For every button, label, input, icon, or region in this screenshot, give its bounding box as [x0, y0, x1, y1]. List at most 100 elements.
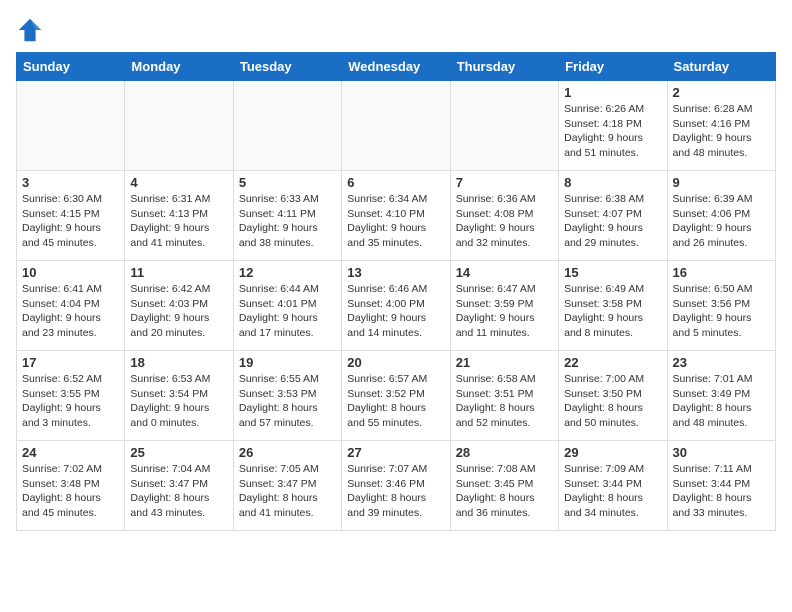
logo-icon	[16, 16, 44, 44]
calendar-cell: 6 Sunrise: 6:34 AM Sunset: 4:10 PM Daylig…	[342, 171, 450, 261]
calendar-cell	[450, 81, 558, 171]
day-info: Sunrise: 6:55 AM Sunset: 3:53 PM Dayligh…	[239, 372, 336, 431]
calendar-cell	[233, 81, 341, 171]
day-info: Sunrise: 6:49 AM Sunset: 3:58 PM Dayligh…	[564, 282, 661, 341]
calendar-week-1: 1 Sunrise: 6:26 AM Sunset: 4:18 PM Daylig…	[17, 81, 776, 171]
day-number: 28	[456, 445, 553, 460]
calendar-cell: 26Sunrise: 7:05 AM Sunset: 3:47 PM Dayli…	[233, 441, 341, 531]
day-number: 14	[456, 265, 553, 280]
day-number: 12	[239, 265, 336, 280]
calendar: SundayMondayTuesdayWednesdayThursdayFrid…	[16, 52, 776, 531]
calendar-week-2: 3 Sunrise: 6:30 AM Sunset: 4:15 PM Daylig…	[17, 171, 776, 261]
day-number: 18	[130, 355, 227, 370]
calendar-cell: 23 Sunrise: 7:01 AM Sunset: 3:49 PM Dayli…	[667, 351, 775, 441]
day-info: Sunrise: 6:44 AM Sunset: 4:01 PM Dayligh…	[239, 282, 336, 341]
column-header-monday: Monday	[125, 53, 233, 81]
calendar-cell: 28 Sunrise: 7:08 AM Sunset: 3:45 PM Dayli…	[450, 441, 558, 531]
calendar-cell: 14 Sunrise: 6:47 AM Sunset: 3:59 PM Dayli…	[450, 261, 558, 351]
calendar-cell: 11 Sunrise: 6:42 AM Sunset: 4:03 PM Dayli…	[125, 261, 233, 351]
day-info: Sunrise: 6:38 AM Sunset: 4:07 PM Dayligh…	[564, 192, 661, 251]
calendar-cell	[342, 81, 450, 171]
calendar-cell: 20Sunrise: 6:57 AM Sunset: 3:52 PM Dayli…	[342, 351, 450, 441]
day-info: Sunrise: 6:39 AM Sunset: 4:06 PM Dayligh…	[673, 192, 770, 251]
calendar-cell	[125, 81, 233, 171]
day-info: Sunrise: 6:33 AM Sunset: 4:11 PM Dayligh…	[239, 192, 336, 251]
day-info: Sunrise: 6:42 AM Sunset: 4:03 PM Dayligh…	[130, 282, 227, 341]
day-info: Sunrise: 7:09 AM Sunset: 3:44 PM Dayligh…	[564, 462, 661, 521]
day-info: Sunrise: 6:28 AM Sunset: 4:16 PM Dayligh…	[673, 102, 770, 161]
day-info: Sunrise: 6:52 AM Sunset: 3:55 PM Dayligh…	[22, 372, 119, 431]
day-number: 15	[564, 265, 661, 280]
day-number: 16	[673, 265, 770, 280]
day-number: 5	[239, 175, 336, 190]
calendar-cell: 29 Sunrise: 7:09 AM Sunset: 3:44 PM Dayli…	[559, 441, 667, 531]
day-number: 13	[347, 265, 444, 280]
calendar-cell: 2 Sunrise: 6:28 AM Sunset: 4:16 PM Daylig…	[667, 81, 775, 171]
day-number: 2	[673, 85, 770, 100]
day-info: Sunrise: 6:57 AM Sunset: 3:52 PM Dayligh…	[347, 372, 444, 431]
day-number: 24	[22, 445, 119, 460]
day-number: 8	[564, 175, 661, 190]
calendar-cell: 10 Sunrise: 6:41 AM Sunset: 4:04 PM Dayli…	[17, 261, 125, 351]
day-info: Sunrise: 6:41 AM Sunset: 4:04 PM Dayligh…	[22, 282, 119, 341]
day-info: Sunrise: 7:08 AM Sunset: 3:45 PM Dayligh…	[456, 462, 553, 521]
day-number: 22	[564, 355, 661, 370]
day-number: 23	[673, 355, 770, 370]
day-number: 1	[564, 85, 661, 100]
day-number: 19	[239, 355, 336, 370]
column-header-sunday: Sunday	[17, 53, 125, 81]
day-info: Sunrise: 7:04 AM Sunset: 3:47 PM Dayligh…	[130, 462, 227, 521]
day-info: Sunrise: 7:01 AM Sunset: 3:49 PM Dayligh…	[673, 372, 770, 431]
day-info: Sunrise: 6:30 AM Sunset: 4:15 PM Dayligh…	[22, 192, 119, 251]
day-number: 3	[22, 175, 119, 190]
column-header-saturday: Saturday	[667, 53, 775, 81]
calendar-cell: 25 Sunrise: 7:04 AM Sunset: 3:47 PM Dayli…	[125, 441, 233, 531]
calendar-cell: 24 Sunrise: 7:02 AM Sunset: 3:48 PM Dayli…	[17, 441, 125, 531]
calendar-week-4: 17 Sunrise: 6:52 AM Sunset: 3:55 PM Dayli…	[17, 351, 776, 441]
day-info: Sunrise: 6:31 AM Sunset: 4:13 PM Dayligh…	[130, 192, 227, 251]
calendar-cell: 22 Sunrise: 7:00 AM Sunset: 3:50 PM Dayli…	[559, 351, 667, 441]
day-info: Sunrise: 7:11 AM Sunset: 3:44 PM Dayligh…	[673, 462, 770, 521]
calendar-cell: 5 Sunrise: 6:33 AM Sunset: 4:11 PM Daylig…	[233, 171, 341, 261]
day-info: Sunrise: 6:26 AM Sunset: 4:18 PM Dayligh…	[564, 102, 661, 161]
day-info: Sunrise: 6:50 AM Sunset: 3:56 PM Dayligh…	[673, 282, 770, 341]
calendar-cell: 21Sunrise: 6:58 AM Sunset: 3:51 PM Dayli…	[450, 351, 558, 441]
day-info: Sunrise: 6:34 AM Sunset: 4:10 PM Dayligh…	[347, 192, 444, 251]
day-number: 25	[130, 445, 227, 460]
day-info: Sunrise: 6:58 AM Sunset: 3:51 PM Dayligh…	[456, 372, 553, 431]
calendar-cell: 27Sunrise: 7:07 AM Sunset: 3:46 PM Dayli…	[342, 441, 450, 531]
calendar-header-row: SundayMondayTuesdayWednesdayThursdayFrid…	[17, 53, 776, 81]
calendar-cell: 18 Sunrise: 6:53 AM Sunset: 3:54 PM Dayli…	[125, 351, 233, 441]
day-number: 7	[456, 175, 553, 190]
calendar-cell: 16 Sunrise: 6:50 AM Sunset: 3:56 PM Dayli…	[667, 261, 775, 351]
day-info: Sunrise: 6:47 AM Sunset: 3:59 PM Dayligh…	[456, 282, 553, 341]
day-info: Sunrise: 6:36 AM Sunset: 4:08 PM Dayligh…	[456, 192, 553, 251]
calendar-cell: 30Sunrise: 7:11 AM Sunset: 3:44 PM Dayli…	[667, 441, 775, 531]
calendar-cell: 4 Sunrise: 6:31 AM Sunset: 4:13 PM Daylig…	[125, 171, 233, 261]
calendar-cell: 13 Sunrise: 6:46 AM Sunset: 4:00 PM Dayli…	[342, 261, 450, 351]
column-header-wednesday: Wednesday	[342, 53, 450, 81]
day-info: Sunrise: 7:00 AM Sunset: 3:50 PM Dayligh…	[564, 372, 661, 431]
calendar-week-5: 24 Sunrise: 7:02 AM Sunset: 3:48 PM Dayli…	[17, 441, 776, 531]
page-header	[16, 16, 776, 44]
day-number: 6	[347, 175, 444, 190]
day-info: Sunrise: 7:05 AM Sunset: 3:47 PM Dayligh…	[239, 462, 336, 521]
calendar-week-3: 10 Sunrise: 6:41 AM Sunset: 4:04 PM Dayli…	[17, 261, 776, 351]
day-info: Sunrise: 6:46 AM Sunset: 4:00 PM Dayligh…	[347, 282, 444, 341]
calendar-cell: 12 Sunrise: 6:44 AM Sunset: 4:01 PM Dayli…	[233, 261, 341, 351]
day-info: Sunrise: 7:02 AM Sunset: 3:48 PM Dayligh…	[22, 462, 119, 521]
day-number: 4	[130, 175, 227, 190]
column-header-tuesday: Tuesday	[233, 53, 341, 81]
column-header-thursday: Thursday	[450, 53, 558, 81]
column-header-friday: Friday	[559, 53, 667, 81]
calendar-cell: 7 Sunrise: 6:36 AM Sunset: 4:08 PM Daylig…	[450, 171, 558, 261]
calendar-cell: 17 Sunrise: 6:52 AM Sunset: 3:55 PM Dayli…	[17, 351, 125, 441]
day-number: 11	[130, 265, 227, 280]
day-number: 27	[347, 445, 444, 460]
calendar-cell: 1 Sunrise: 6:26 AM Sunset: 4:18 PM Daylig…	[559, 81, 667, 171]
day-info: Sunrise: 6:53 AM Sunset: 3:54 PM Dayligh…	[130, 372, 227, 431]
day-number: 17	[22, 355, 119, 370]
day-number: 10	[22, 265, 119, 280]
logo	[16, 16, 48, 44]
day-number: 29	[564, 445, 661, 460]
